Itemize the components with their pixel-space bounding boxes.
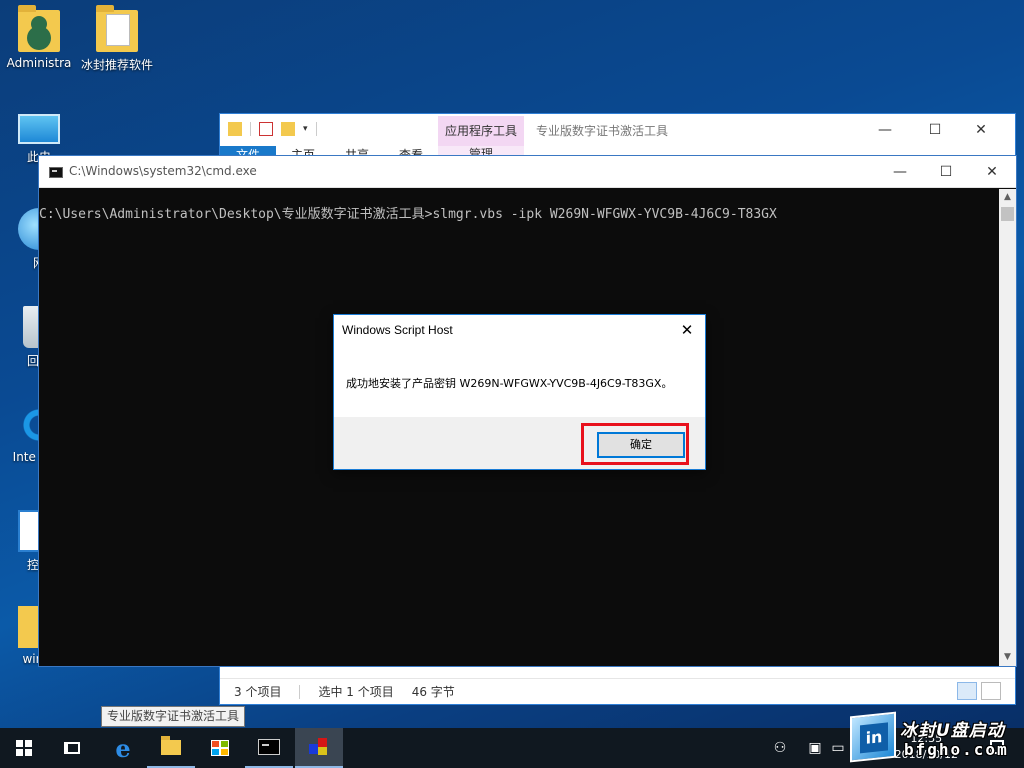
file-explorer-taskbar-button[interactable] [147, 728, 195, 768]
scroll-thumb[interactable] [1001, 207, 1014, 221]
network-tray-icon[interactable]: ▭ [826, 728, 850, 768]
divider [299, 684, 301, 699]
script-host-dialog: Windows Script Host ✕ 成功地安装了产品密钥 W269N-W… [333, 314, 706, 470]
activation-tool-icon [309, 738, 329, 756]
desktop-icon-recommended-software[interactable]: 冰封推荐软件 [78, 5, 156, 73]
folder-icon[interactable] [228, 122, 242, 136]
user-folder-icon [18, 5, 60, 52]
explorer-statusbar: 3 个项目 选中 1 个项目 46 字节 [220, 678, 1015, 704]
edge-icon: e [115, 733, 131, 763]
view-switcher [957, 682, 1001, 700]
folder-icon [96, 5, 138, 52]
scroll-down-icon[interactable]: ▼ [999, 649, 1016, 666]
app-tools-context-tab[interactable]: 应用程序工具 [438, 116, 524, 146]
cmd-app-icon[interactable] [49, 167, 63, 178]
customize-dropdown-icon[interactable]: ▾ [303, 124, 308, 134]
edge-button[interactable]: e [99, 728, 147, 768]
task-view-button[interactable] [48, 728, 96, 768]
quick-access-toolbar: ▾ [228, 122, 317, 136]
close-button[interactable]: ✕ [969, 160, 1015, 184]
store-button[interactable] [196, 728, 244, 768]
maximize-button[interactable]: ☐ [923, 160, 969, 184]
vertical-scrollbar[interactable]: ▲ ▼ [999, 189, 1016, 666]
item-count: 3 个项目 [234, 685, 282, 699]
store-icon [211, 740, 229, 756]
computer-icon [18, 114, 60, 144]
console-line: C:\Users\Administrator\Desktop\专业版数字证书激活… [39, 207, 777, 222]
watermark-text: 冰封U盘启动 [900, 721, 1005, 741]
scroll-up-icon[interactable]: ▲ [999, 189, 1016, 206]
task-view-icon [64, 742, 80, 754]
large-icons-view-icon[interactable] [981, 682, 1001, 700]
ok-button[interactable]: 确定 [597, 432, 685, 458]
taskbar-tooltip: 专业版数字证书激活工具 [101, 706, 246, 727]
people-icon[interactable]: ⚇ [768, 728, 792, 768]
windows-logo-icon [16, 740, 32, 756]
dialog-message: 成功地安装了产品密钥 W269N-WFGWX-YVC9B-4J6C9-T83GX… [346, 377, 673, 390]
action-icon[interactable]: ▣ [804, 728, 826, 768]
highlight-box: 确定 [581, 423, 689, 465]
cmd-taskbar-button[interactable] [245, 728, 293, 768]
cmd-icon [258, 739, 280, 755]
dialog-footer: 确定 [334, 417, 705, 469]
maximize-button[interactable]: ☐ [912, 118, 958, 142]
close-button[interactable]: ✕ [958, 118, 1004, 142]
minimize-button[interactable]: — [862, 118, 908, 142]
minimize-button[interactable]: — [877, 160, 923, 184]
watermark-logo-icon: in [850, 711, 896, 763]
properties-icon[interactable] [259, 122, 273, 136]
dialog-title: Windows Script Host [342, 323, 453, 337]
divider [250, 122, 251, 136]
cmd-title: C:\Windows\system32\cmd.exe [69, 164, 257, 178]
folder-icon [161, 735, 181, 755]
details-view-icon[interactable] [957, 682, 977, 700]
desktop-icon-administrator[interactable]: Administra [0, 5, 78, 70]
desktop-icon-label: 冰封推荐软件 [80, 58, 153, 72]
activation-tool-taskbar-button[interactable] [295, 728, 343, 768]
start-button[interactable] [0, 728, 48, 768]
desktop-icon-label: Administra [6, 56, 72, 70]
dialog-close-button[interactable]: ✕ [675, 319, 699, 341]
watermark-url: bfgho.com [904, 740, 1009, 759]
watermark: in 冰封U盘启动 bfgho.com [848, 711, 1024, 768]
divider [315, 122, 317, 136]
new-folder-icon[interactable] [281, 122, 295, 136]
selection-count: 选中 1 个项目 [318, 685, 394, 699]
selection-size: 46 字节 [411, 685, 455, 699]
cmd-titlebar[interactable]: C:\Windows\system32\cmd.exe — ☐ ✕ [39, 156, 1016, 188]
explorer-titlebar[interactable]: ▾ 应用程序工具 专业版数字证书激活工具 — ☐ ✕ [220, 114, 1015, 146]
explorer-title: 专业版数字证书激活工具 [536, 124, 669, 138]
